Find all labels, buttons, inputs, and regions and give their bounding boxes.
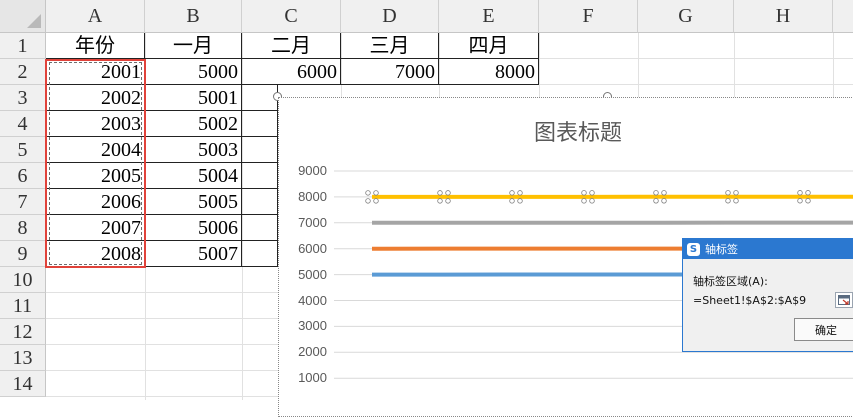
- row-header-2[interactable]: 2: [0, 59, 46, 85]
- column-header-a[interactable]: A: [46, 0, 145, 33]
- row-header-3[interactable]: 3: [0, 85, 46, 111]
- column-header-g[interactable]: G: [638, 0, 734, 33]
- axis-range-label: 轴标签区域(A):: [693, 273, 768, 289]
- column-header-f[interactable]: F: [539, 0, 638, 33]
- y-tick-label: 7000: [279, 215, 327, 230]
- y-tick-label: 5000: [279, 267, 327, 282]
- cell-d2[interactable]: 7000: [341, 59, 439, 85]
- y-tick-label: 2000: [279, 344, 327, 359]
- cell-b7[interactable]: 5005: [145, 189, 242, 215]
- row-header-6[interactable]: 6: [0, 163, 46, 189]
- dialog-title-bar[interactable]: S 轴标签: [683, 239, 853, 259]
- cell-b3[interactable]: 5001: [145, 85, 242, 111]
- cell-c7[interactable]: [242, 189, 278, 215]
- row-header-12[interactable]: 12: [0, 319, 46, 345]
- column-header-d[interactable]: D: [341, 0, 439, 33]
- row-header-9[interactable]: 9: [0, 241, 46, 267]
- row-header-1[interactable]: 1: [0, 33, 46, 59]
- row-header-11[interactable]: 11: [0, 293, 46, 319]
- cell-d1[interactable]: 三月: [341, 33, 439, 59]
- ok-button[interactable]: 确定: [794, 318, 853, 341]
- cell-c2[interactable]: 6000: [242, 59, 341, 85]
- y-tick-label: 8000: [279, 189, 327, 204]
- column-header-b[interactable]: B: [145, 0, 242, 33]
- row-header-8[interactable]: 8: [0, 215, 46, 241]
- column-header-e[interactable]: E: [439, 0, 539, 33]
- range-picker-icon[interactable]: [835, 292, 853, 308]
- y-tick-label: 3000: [279, 318, 327, 333]
- dialog-title: 轴标签: [705, 241, 738, 257]
- axis-range-input[interactable]: [693, 291, 833, 309]
- row-header-14[interactable]: 14: [0, 371, 46, 397]
- cell-c6[interactable]: [242, 163, 278, 189]
- cell-c9[interactable]: [242, 241, 278, 267]
- row-header-4[interactable]: 4: [0, 111, 46, 137]
- cell-a1[interactable]: 年份: [46, 33, 145, 59]
- cell-b1[interactable]: 一月: [145, 33, 242, 59]
- column-header-i[interactable]: [833, 0, 853, 33]
- cell-b8[interactable]: 5006: [145, 215, 242, 241]
- row-header-5[interactable]: 5: [0, 137, 46, 163]
- cell-c1[interactable]: 二月: [242, 33, 341, 59]
- cell-c8[interactable]: [242, 215, 278, 241]
- cell-b6[interactable]: 5004: [145, 163, 242, 189]
- column-header-h[interactable]: H: [734, 0, 833, 33]
- axis-label-dialog: S 轴标签 轴标签区域(A): 确定: [682, 238, 853, 352]
- cell-b5[interactable]: 5003: [145, 137, 242, 163]
- select-all-corner[interactable]: [0, 0, 46, 33]
- y-tick-label: 9000: [279, 163, 327, 178]
- y-tick-label: 1000: [279, 370, 327, 385]
- cell-e1[interactable]: 四月: [439, 33, 539, 59]
- row-header-10[interactable]: 10: [0, 267, 46, 293]
- row-header-7[interactable]: 7: [0, 189, 46, 215]
- y-tick-label: 6000: [279, 241, 327, 256]
- range-marching-ants: [49, 62, 142, 265]
- cell-b9[interactable]: 5007: [145, 241, 242, 267]
- cell-b2[interactable]: 5000: [145, 59, 242, 85]
- spreadsheet: A B C D E F G H 1 2 3 4 5 6 7 8 9 10 11 …: [0, 0, 853, 400]
- cell-b4[interactable]: 5002: [145, 111, 242, 137]
- cell-c4[interactable]: [242, 111, 278, 137]
- column-header-c[interactable]: C: [242, 0, 341, 33]
- cell-c5[interactable]: [242, 137, 278, 163]
- cell-e2[interactable]: 8000: [439, 59, 539, 85]
- y-tick-label: 4000: [279, 293, 327, 308]
- row-header-13[interactable]: 13: [0, 345, 46, 371]
- wps-logo-icon: S: [687, 243, 700, 256]
